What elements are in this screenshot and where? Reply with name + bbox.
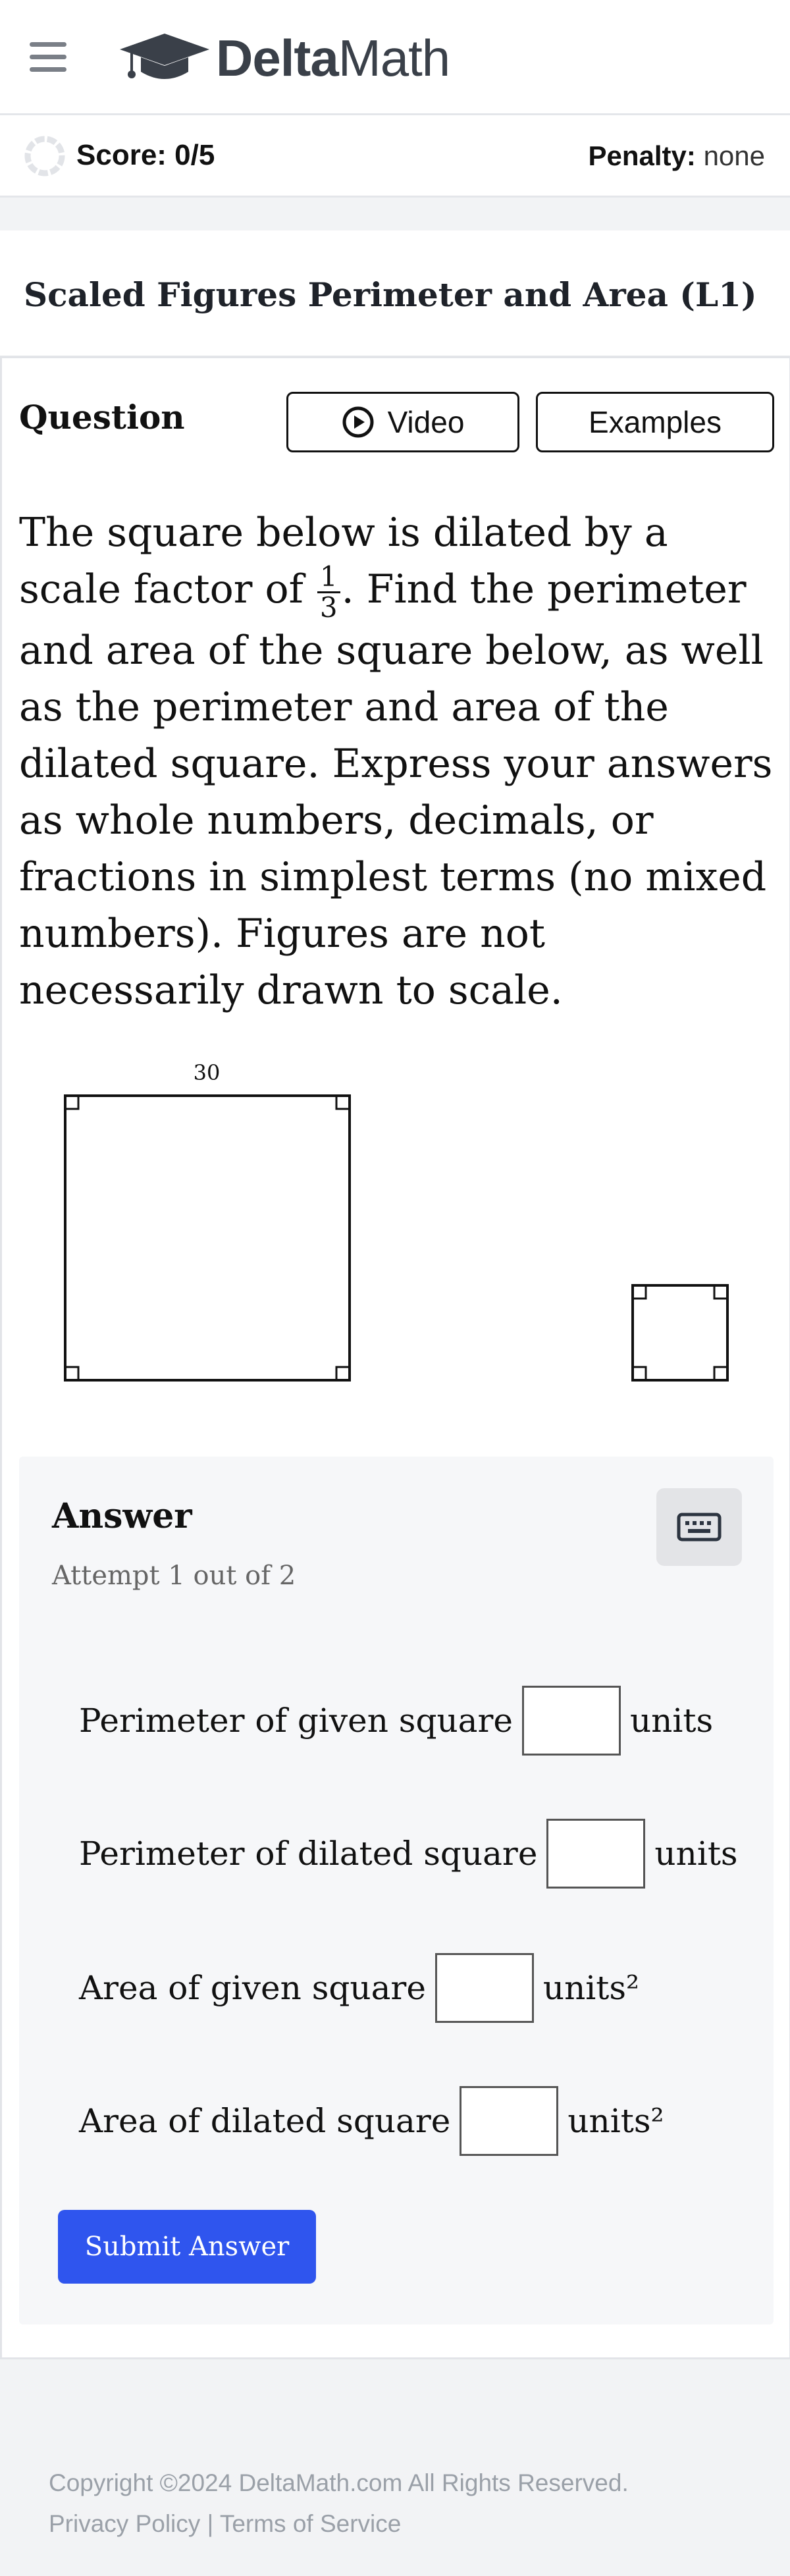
video-button[interactable]: Video	[286, 392, 519, 452]
examples-button[interactable]: Examples	[536, 392, 774, 452]
play-circle-icon	[342, 406, 374, 438]
footer-separator: |	[207, 2510, 214, 2537]
answer-unit: units	[629, 1702, 714, 1740]
answer-title: Answer	[52, 1496, 192, 1536]
attempt-counter: Attempt 1 out of 2	[52, 1561, 296, 1591]
answer-row-perimeter-dilated: Perimeter of dilated square units	[79, 1819, 738, 1889]
side-length-label: 30	[194, 1060, 221, 1085]
page-footer: Copyright ©2024 DeltaMath.com All Rights…	[49, 2463, 629, 2544]
perimeter-given-input[interactable]	[521, 1686, 621, 1756]
answer-unit: units²	[567, 2102, 664, 2140]
score-progress-icon	[24, 136, 65, 176]
perimeter-dilated-input[interactable]	[546, 1819, 646, 1889]
terms-of-service-link[interactable]: Terms of Service	[220, 2510, 402, 2537]
answer-label: Area of dilated square	[79, 2102, 451, 2140]
area-dilated-input[interactable]	[460, 2086, 559, 2156]
score-bar: Score: 0/5 Penalty: none	[0, 115, 790, 198]
logo-text: DeltaMath	[216, 28, 450, 87]
answer-unit: units	[654, 1835, 738, 1873]
keyboard-icon	[677, 1513, 722, 1542]
fraction-numerator: 1	[317, 562, 340, 593]
question-card: Question Video Examples The square below…	[0, 356, 790, 2359]
original-square	[64, 1094, 351, 1382]
answer-row-area-dilated: Area of dilated square units²	[79, 2086, 664, 2156]
footer-links: Privacy Policy | Terms of Service	[49, 2504, 629, 2544]
answer-unit: units²	[542, 1969, 640, 2007]
answer-label: Area of given square	[79, 1969, 426, 2007]
fraction-denominator: 3	[319, 591, 338, 624]
area-given-input[interactable]	[434, 1953, 534, 2023]
prompt-text-end: . Find the perimeter and area of the squ…	[19, 566, 773, 1013]
top-navbar: DeltaMath	[0, 0, 790, 115]
answer-row-perimeter-given: Perimeter of given square units	[79, 1686, 713, 1756]
copyright-text: Copyright ©2024 DeltaMath.com All Rights…	[49, 2469, 629, 2496]
answer-label: Perimeter of dilated square	[79, 1835, 538, 1873]
examples-button-label: Examples	[589, 405, 722, 439]
scale-factor-fraction: 13	[317, 562, 340, 622]
video-button-label: Video	[387, 405, 465, 439]
graduation-cap-icon	[120, 34, 209, 79]
question-label: Question	[19, 398, 185, 437]
penalty-text: Penalty: none	[588, 140, 766, 171]
score-text: Score: 0/5	[76, 139, 215, 171]
answer-panel: Answer Attempt 1 out of 2 Perimeter of g…	[19, 1457, 774, 2324]
assignment-title: Scaled Figures Perimeter and Area (L1)	[24, 275, 757, 314]
square-figures: 30	[64, 1060, 729, 1382]
deltamath-logo[interactable]: DeltaMath	[118, 25, 450, 91]
privacy-policy-link[interactable]: Privacy Policy	[49, 2510, 200, 2537]
hamburger-icon[interactable]	[30, 42, 66, 72]
keyboard-toggle-button[interactable]	[656, 1488, 742, 1566]
assignment-title-bar: Scaled Figures Perimeter and Area (L1)	[0, 230, 790, 360]
submit-answer-button[interactable]: Submit Answer	[58, 2210, 316, 2284]
dilated-square	[631, 1284, 729, 1382]
answer-row-area-given: Area of given square units²	[79, 1953, 639, 2023]
question-prompt: The square below is dilated by a scale f…	[19, 504, 776, 1019]
answer-label: Perimeter of given square	[79, 1702, 513, 1740]
